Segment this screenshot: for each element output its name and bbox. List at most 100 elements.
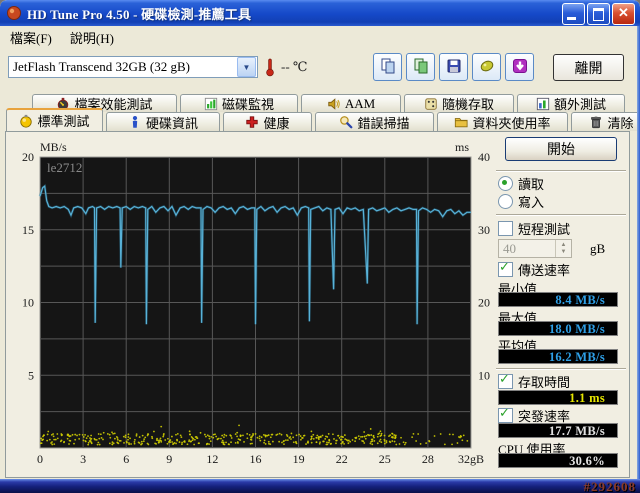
download-button[interactable]: [505, 53, 534, 81]
write-radio[interactable]: [498, 194, 513, 209]
capacity-spinner[interactable]: 40 ▲ ▼: [498, 239, 572, 258]
cpu-usage-label: CPU 使用率: [498, 442, 566, 457]
svg-text:19: 19: [293, 452, 305, 466]
screenshot-icon: [479, 58, 495, 77]
spinner-arrows-icon[interactable]: ▲ ▼: [555, 240, 571, 257]
menu-bar: 檔案(F) 說明(H): [2, 28, 114, 46]
separator: [496, 170, 626, 172]
read-radio[interactable]: [498, 176, 513, 191]
trash-icon: [589, 115, 603, 129]
info-icon: [128, 115, 142, 129]
tab-label: 資料夾使用率: [472, 115, 551, 131]
svg-text:32gB: 32gB: [458, 452, 484, 466]
tab-row-front: 標準測試 硬碟資訊 健康 錯誤掃描 資料夾使用率 清除: [6, 108, 640, 131]
window-title: HD Tune Pro 4.50 - 硬碟檢測-推薦工具: [27, 6, 252, 22]
tab-隨機存取[interactable]: 隨機存取: [404, 94, 514, 112]
folder-icon: [454, 115, 469, 129]
svg-text:9: 9: [166, 452, 172, 466]
burst-rate-checkbox[interactable]: [498, 406, 513, 423]
tab-磁碟監視[interactable]: 磁碟監視: [180, 94, 298, 112]
svg-text:16: 16: [250, 452, 262, 466]
avg-label: 平均值: [498, 339, 538, 354]
write-label: 寫入: [518, 195, 545, 210]
close-icon: ✕: [618, 5, 629, 20]
menu-item-help[interactable]: 說明(H): [70, 28, 114, 46]
tab-錯誤掃描[interactable]: 錯誤掃描: [315, 112, 434, 131]
svg-text:ms: ms: [455, 140, 469, 154]
transfer-rate-checkbox[interactable]: [498, 260, 513, 277]
download-icon: [512, 58, 528, 77]
svg-text:le2712: le2712: [47, 160, 82, 175]
svg-text:40: 40: [478, 150, 490, 164]
svg-text:3: 3: [80, 452, 86, 466]
cpu-usage-display: 30.6%: [498, 453, 618, 468]
minimize-icon: [567, 17, 576, 20]
tab-硬碟資訊[interactable]: 硬碟資訊: [106, 112, 220, 131]
tab-額外測試[interactable]: 額外測試: [517, 94, 625, 112]
copy-results-button[interactable]: [406, 53, 435, 81]
svg-text:22: 22: [336, 452, 348, 466]
burst-rate-display: 17.7 MB/s: [498, 423, 618, 438]
close-button[interactable]: ✕: [612, 3, 635, 25]
tab-標準測試[interactable]: 標準測試: [6, 108, 103, 131]
save-icon: [446, 58, 462, 77]
access-time-option[interactable]: 存取時間: [498, 372, 570, 390]
tab-健康[interactable]: 健康: [223, 112, 312, 131]
svg-text:0: 0: [37, 452, 43, 466]
tab-資料夾使用率[interactable]: 資料夾使用率: [437, 112, 568, 131]
tab-AAM[interactable]: AAM: [301, 94, 401, 112]
dice-icon: [424, 97, 438, 111]
tab-清除[interactable]: 清除: [571, 112, 640, 131]
save-button[interactable]: [439, 53, 468, 81]
copy-icon: [380, 58, 396, 77]
max-label: 最大值: [498, 311, 538, 326]
minimize-button[interactable]: [562, 3, 585, 25]
start-button[interactable]: 開始: [505, 137, 617, 161]
read-label: 讀取: [518, 177, 545, 192]
tab-label: 額外測試: [553, 97, 606, 112]
short-stroke-option[interactable]: 短程測試: [498, 221, 571, 237]
window-border-bottom: #292608: [0, 479, 640, 493]
temperature-value: --: [281, 59, 290, 74]
transfer-rate-option[interactable]: 傳送速率: [498, 260, 570, 278]
access-time-checkbox[interactable]: [498, 372, 513, 389]
tab-label: 標準測試: [37, 114, 90, 129]
app-icon: [6, 5, 22, 21]
capacity-value: 40: [503, 241, 516, 256]
min-value-display: 8.4 MB/s: [498, 292, 618, 307]
maximize-icon: [593, 8, 604, 21]
svg-text:20: 20: [22, 150, 34, 164]
short-stroke-label: 短程測試: [518, 222, 571, 237]
svg-text:10: 10: [22, 296, 34, 310]
chevron-down-icon[interactable]: ▼: [237, 57, 256, 77]
drive-select[interactable]: JetFlash Transcend 32GB (32 gB) ▼: [8, 56, 258, 78]
toolbar-buttons: [373, 53, 534, 81]
svg-text:10: 10: [478, 368, 490, 382]
magnifier-icon: [339, 115, 353, 129]
write-option[interactable]: 寫入: [498, 194, 545, 210]
extra-tests-icon: [536, 97, 550, 111]
exit-button[interactable]: 離開: [553, 54, 624, 81]
svg-text:30: 30: [478, 223, 490, 237]
min-label: 最小值: [498, 282, 538, 297]
title-bar[interactable]: HD Tune Pro 4.50 - 硬碟檢測-推薦工具 ✕: [0, 0, 640, 26]
menu-item-file[interactable]: 檔案(F): [10, 28, 52, 46]
screenshot-button[interactable]: [472, 53, 501, 81]
capacity-unit-label: gB: [590, 241, 606, 256]
short-stroke-checkbox[interactable]: [498, 221, 513, 236]
benchmark-chart: MB/s ms 20 15 10 5 40 30 20 10 0 3 6 9 12 16 19 22 25 28 32g…: [22, 140, 490, 466]
corner-watermark: #292608: [583, 479, 636, 493]
burst-rate-option[interactable]: 突發速率: [498, 406, 570, 424]
drive-select-value: JetFlash Transcend 32GB (32 gB): [13, 59, 190, 74]
maximize-button[interactable]: [587, 3, 610, 25]
copy-button[interactable]: [373, 53, 402, 81]
svg-text:MB/s: MB/s: [40, 140, 67, 154]
tab-row-back: 檔案效能測試 磁碟監視 AAM 隨機存取 額外測試: [32, 94, 625, 112]
svg-text:28: 28: [422, 452, 434, 466]
read-option[interactable]: 讀取: [498, 176, 545, 192]
temperature-readout: -- ℃: [281, 59, 307, 75]
separator: [496, 368, 626, 370]
svg-text:15: 15: [22, 223, 34, 237]
hdtune-window: HD Tune Pro 4.50 - 硬碟檢測-推薦工具 ✕ 檔案(F) 說明(H…: [0, 0, 640, 493]
tab-label: 錯誤掃描: [357, 115, 410, 131]
